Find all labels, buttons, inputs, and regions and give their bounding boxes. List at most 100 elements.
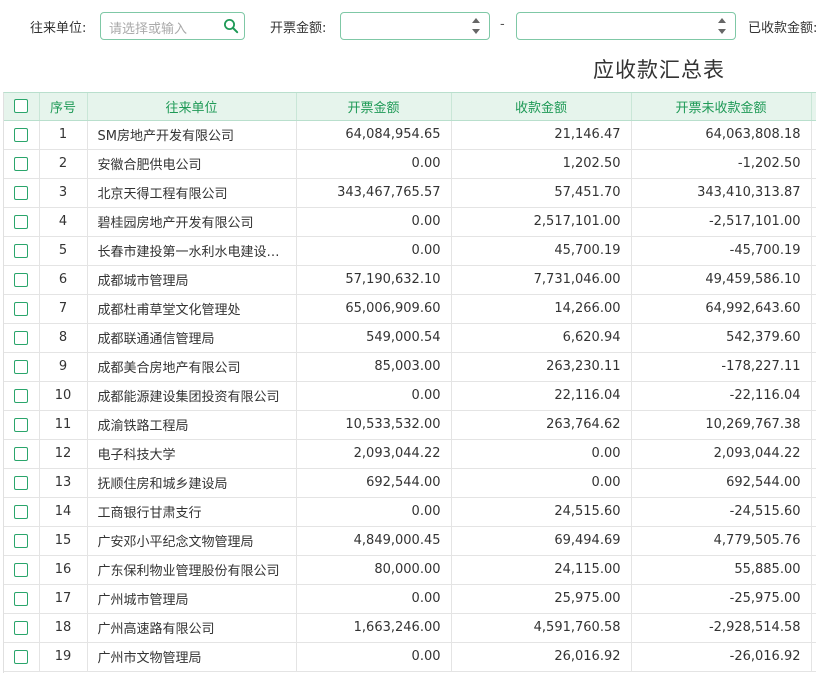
row-select-cell[interactable] — [4, 207, 40, 237]
row-select-cell[interactable] — [4, 381, 40, 411]
row-outstanding-amount: -1,202.50 — [631, 149, 812, 179]
row-checkbox[interactable] — [14, 417, 29, 432]
table-row[interactable]: 5 长春市建投第一水利水电建设… 0.00 45,700.19 -45,700.19 — [4, 236, 816, 266]
row-select-cell[interactable] — [4, 526, 40, 556]
row-overflow-cell — [811, 381, 816, 411]
row-select-cell[interactable] — [4, 352, 40, 382]
row-overflow-cell — [811, 236, 816, 266]
row-index: 10 — [39, 381, 88, 411]
row-checkbox[interactable] — [14, 243, 29, 258]
row-checkbox[interactable] — [14, 272, 29, 287]
row-checkbox[interactable] — [14, 127, 29, 142]
invoice-filter-label: 开票金额: — [270, 21, 327, 36]
row-checkbox[interactable] — [14, 591, 29, 606]
row-outstanding-amount: 692,544.00 — [631, 468, 812, 498]
unit-search-input[interactable]: 请选择或输入 — [100, 12, 245, 40]
row-select-cell[interactable] — [4, 410, 40, 440]
table-row[interactable]: 18 广州高速路有限公司 1,663,246.00 4,591,760.58 -2,92… — [4, 613, 816, 643]
select-all-cell[interactable] — [4, 93, 40, 121]
table-row[interactable]: 17 广州城市管理局 0.00 25,975.00 -25,975.00 — [4, 584, 816, 614]
invoice-min-input[interactable] — [340, 12, 490, 40]
col-header-outstanding[interactable]: 开票未收款金额 — [631, 93, 812, 121]
row-index: 19 — [39, 642, 88, 672]
row-select-cell[interactable] — [4, 149, 40, 179]
row-checkbox[interactable] — [14, 533, 29, 548]
col-header-received[interactable]: 收款金额 — [451, 93, 632, 121]
row-select-cell[interactable] — [4, 642, 40, 672]
row-unit-name: 电子科技大学 — [87, 439, 297, 469]
row-select-cell[interactable] — [4, 120, 40, 150]
stepper-arrows-icon[interactable] — [471, 15, 481, 37]
table-row[interactable]: 6 成都城市管理局 57,190,632.10 7,731,046.00 49,459,… — [4, 265, 816, 295]
table-row[interactable]: 14 工商银行甘肃支行 0.00 24,515.60 -24,515.60 — [4, 497, 816, 527]
row-overflow-cell — [811, 468, 816, 498]
row-outstanding-amount: 343,410,313.87 — [631, 178, 812, 208]
invoice-max-input[interactable] — [516, 12, 736, 40]
table-body: 1 SM房地产开发有限公司 64,084,954.65 21,146.47 64,063… — [4, 120, 816, 672]
row-unit-name: 长春市建投第一水利水电建设… — [87, 236, 297, 266]
table-row[interactable]: 4 碧桂园房地产开发有限公司 0.00 2,517,101.00 -2,517,101.… — [4, 207, 816, 237]
table-row[interactable]: 9 成都美合房地产有限公司 85,003.00 263,230.11 -178,227.… — [4, 352, 816, 382]
row-overflow-cell — [811, 178, 816, 208]
row-unit-name: 成渝铁路工程局 — [87, 410, 297, 440]
row-checkbox[interactable] — [14, 649, 29, 664]
row-invoice-amount: 692,544.00 — [296, 468, 452, 498]
row-checkbox[interactable] — [14, 156, 29, 171]
table-row[interactable]: 1 SM房地产开发有限公司 64,084,954.65 21,146.47 64,063… — [4, 120, 816, 150]
row-select-cell[interactable] — [4, 468, 40, 498]
row-checkbox[interactable] — [14, 330, 29, 345]
row-unit-name: 安徽合肥供电公司 — [87, 149, 297, 179]
row-select-cell[interactable] — [4, 584, 40, 614]
row-checkbox[interactable] — [14, 446, 29, 461]
row-overflow-cell — [811, 613, 816, 643]
row-unit-name: 成都联通通信管理局 — [87, 323, 297, 353]
search-icon[interactable] — [223, 18, 239, 34]
table-row[interactable]: 8 成都联通通信管理局 549,000.54 6,620.94 542,379.60 — [4, 323, 816, 353]
row-received-amount: 57,451.70 — [451, 178, 632, 208]
row-checkbox[interactable] — [14, 475, 29, 490]
row-checkbox[interactable] — [14, 388, 29, 403]
row-select-cell[interactable] — [4, 613, 40, 643]
row-select-cell[interactable] — [4, 294, 40, 324]
report-title: 应收款汇总表 — [593, 58, 725, 82]
col-header-index[interactable]: 序号 — [39, 93, 88, 121]
row-select-cell[interactable] — [4, 323, 40, 353]
row-invoice-amount: 0.00 — [296, 236, 452, 266]
row-select-cell[interactable] — [4, 439, 40, 469]
table-row[interactable]: 11 成渝铁路工程局 10,533,532.00 263,764.62 10,269,7… — [4, 410, 816, 440]
row-select-cell[interactable] — [4, 497, 40, 527]
row-checkbox[interactable] — [14, 359, 29, 374]
col-header-invoice[interactable]: 开票金额 — [296, 93, 452, 121]
row-checkbox[interactable] — [14, 620, 29, 635]
row-received-amount: 7,731,046.00 — [451, 265, 632, 295]
table-row[interactable]: 3 北京天得工程有限公司 343,467,765.57 57,451.70 343,41… — [4, 178, 816, 208]
table-row[interactable]: 2 安徽合肥供电公司 0.00 1,202.50 -1,202.50 — [4, 149, 816, 179]
row-checkbox[interactable] — [14, 185, 29, 200]
row-outstanding-amount: -2,517,101.00 — [631, 207, 812, 237]
row-received-amount: 25,975.00 — [451, 584, 632, 614]
table-row[interactable]: 10 成都能源建设集团投资有限公司 0.00 22,116.04 -22,116.04 — [4, 381, 816, 411]
row-index: 2 — [39, 149, 88, 179]
row-select-cell[interactable] — [4, 178, 40, 208]
row-overflow-cell — [811, 120, 816, 150]
row-select-cell[interactable] — [4, 236, 40, 266]
row-outstanding-amount: 4,779,505.76 — [631, 526, 812, 556]
select-all-checkbox[interactable] — [14, 99, 29, 114]
table-row[interactable]: 7 成都杜甫草堂文化管理处 65,006,909.60 14,266.00 64,992… — [4, 294, 816, 324]
row-received-amount: 0.00 — [451, 439, 632, 469]
stepper-arrows-icon[interactable] — [717, 15, 727, 37]
row-checkbox[interactable] — [14, 562, 29, 577]
table-row[interactable]: 15 广安邓小平纪念文物管理局 4,849,000.45 69,494.69 4,779… — [4, 526, 816, 556]
row-invoice-amount: 1,663,246.00 — [296, 613, 452, 643]
row-select-cell[interactable] — [4, 555, 40, 585]
table-row[interactable]: 12 电子科技大学 2,093,044.22 0.00 2,093,044.22 — [4, 439, 816, 469]
table-row[interactable]: 19 广州市文物管理局 0.00 26,016.92 -26,016.92 — [4, 642, 816, 672]
col-header-unit[interactable]: 往来单位 — [87, 93, 297, 121]
table-row[interactable]: 16 广东保利物业管理股份有限公司 80,000.00 24,115.00 55,885… — [4, 555, 816, 585]
row-checkbox[interactable] — [14, 504, 29, 519]
row-checkbox[interactable] — [14, 214, 29, 229]
row-invoice-amount: 0.00 — [296, 497, 452, 527]
table-row[interactable]: 13 抚顺住房和城乡建设局 692,544.00 0.00 692,544.00 — [4, 468, 816, 498]
row-select-cell[interactable] — [4, 265, 40, 295]
row-checkbox[interactable] — [14, 301, 29, 316]
